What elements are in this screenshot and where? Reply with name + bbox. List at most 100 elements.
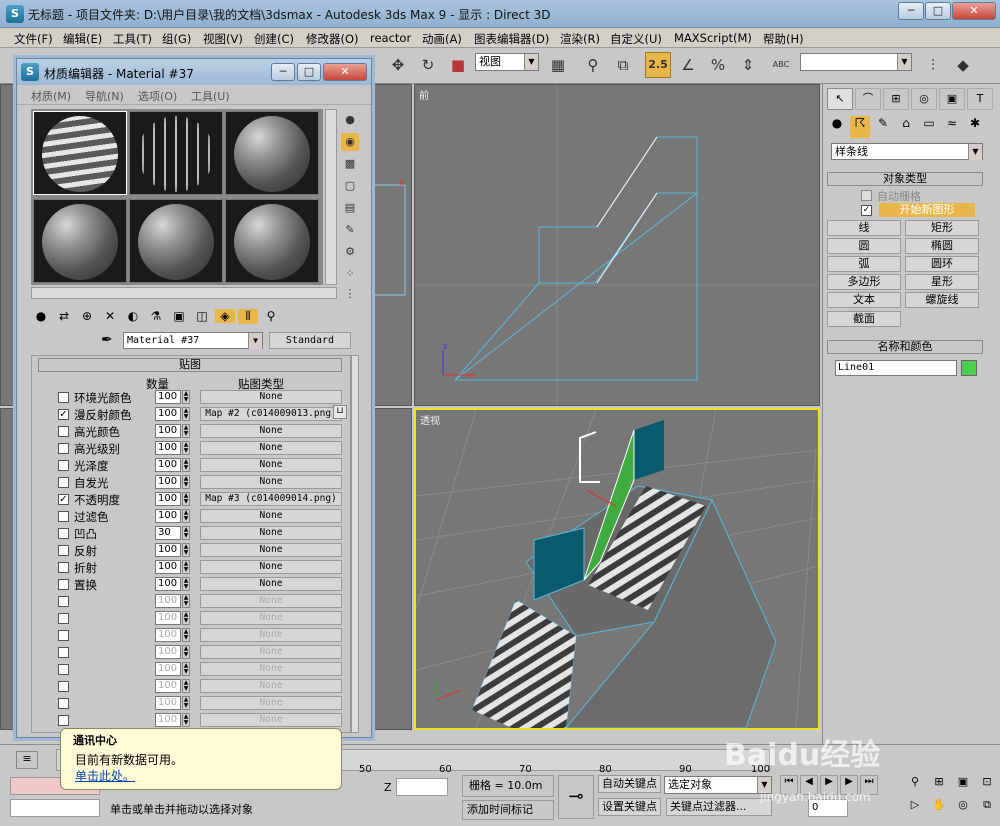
map-amount-input[interactable]: 100 [155, 645, 181, 659]
map-slot-button[interactable]: None [200, 577, 342, 591]
map-amount-input[interactable]: 100 [155, 424, 181, 438]
auto-key-button[interactable]: 自动关键点 [598, 775, 661, 793]
spacewarps-icon[interactable]: ≈ [942, 116, 962, 138]
modify-tab-icon[interactable]: ⌒ [855, 88, 881, 110]
map-amount-input[interactable]: 100 [155, 560, 181, 574]
amount-spinner[interactable]: ▲ ▼ [182, 628, 190, 642]
map-amount-input[interactable]: 100 [155, 458, 181, 472]
map-amount-input[interactable]: 100 [155, 390, 181, 404]
map-amount-input[interactable]: 100 [155, 543, 181, 557]
amount-spinner[interactable]: ▲ ▼ [182, 611, 190, 625]
map-slot-button[interactable]: None [200, 645, 342, 659]
amount-spinner[interactable]: ▲ ▼ [182, 577, 190, 591]
object-color-swatch[interactable] [961, 360, 977, 376]
notification-link[interactable]: 单击此处。 [75, 767, 135, 784]
map-slot-button[interactable]: Map #3 (c014009014.png) [200, 492, 342, 506]
shape-category-select[interactable]: 样条线 ▼ [831, 143, 983, 160]
donut-button[interactable]: 圆环 [905, 256, 979, 272]
zoom-extents-all-icon[interactable]: ⊡ [976, 775, 998, 796]
map-enable-checkbox[interactable]: ✓ [58, 409, 69, 420]
map-enable-checkbox[interactable] [58, 545, 69, 556]
maps-scrollbar[interactable] [351, 355, 359, 733]
display-tab-icon[interactable]: ▣ [939, 88, 965, 110]
angle-snap-icon[interactable]: ∠ [675, 52, 701, 78]
options-icon[interactable]: ⚙ [341, 243, 359, 261]
map-amount-input[interactable]: 100 [155, 475, 181, 489]
zoom-icon[interactable]: ⚲ [904, 775, 926, 796]
menu-rendering[interactable]: 渲染(R) [560, 31, 600, 47]
snap-toggle-icon[interactable]: 2.5 [645, 52, 671, 78]
amount-spinner[interactable]: ▲ ▼ [182, 492, 190, 506]
put-to-library-icon[interactable]: ⚗ [146, 309, 166, 323]
viewport-front[interactable]: 前 z x [414, 84, 820, 406]
background-icon[interactable]: ▩ [341, 155, 359, 173]
amount-spinner[interactable]: ▲ ▼ [182, 441, 190, 455]
menu-customize[interactable]: 自定义(U) [610, 31, 662, 47]
line-button[interactable]: 线 [827, 220, 901, 236]
map-slot-button[interactable]: None [200, 543, 342, 557]
maximize-viewport-icon[interactable]: ⧉ [976, 798, 998, 820]
start-new-shape-button[interactable]: 开始新图形 [879, 203, 975, 217]
mat-menu-material[interactable]: 材质(M) [31, 88, 71, 104]
minimize-button[interactable]: ─ [898, 2, 924, 20]
material-map-navigator-icon[interactable]: ⋮ [341, 285, 359, 303]
named-selection-icon[interactable]: ABC [768, 52, 794, 78]
map-amount-input[interactable]: 100 [155, 628, 181, 642]
mat-minimize-button[interactable]: ─ [271, 63, 295, 81]
menu-create[interactable]: 创建(C) [254, 31, 294, 47]
map-amount-input[interactable]: 100 [155, 611, 181, 625]
zoom-all-icon[interactable]: ⊞ [928, 775, 950, 796]
hierarchy-tab-icon[interactable]: ⊞ [883, 88, 909, 110]
map-amount-input[interactable]: 100 [155, 594, 181, 608]
sample-slot[interactable] [225, 199, 319, 283]
mat-menu-options[interactable]: 选项(O) [138, 88, 177, 104]
z-coordinate-input[interactable] [396, 778, 448, 796]
select-by-material-icon[interactable]: ⁘ [341, 265, 359, 283]
map-slot-button[interactable]: None [200, 475, 342, 489]
map-enable-checkbox[interactable] [58, 511, 69, 522]
rectangle-button[interactable]: 矩形 [905, 220, 979, 236]
mat-maximize-button[interactable]: □ [297, 63, 321, 81]
map-enable-checkbox[interactable] [58, 613, 69, 624]
auto-grid-checkbox[interactable] [861, 190, 872, 201]
map-slot-button[interactable]: None [200, 713, 342, 727]
map-enable-checkbox[interactable] [58, 596, 69, 607]
menu-views[interactable]: 视图(V) [203, 31, 243, 47]
reference-coordinate-select[interactable]: 视图 ▼ [475, 53, 539, 71]
motion-tab-icon[interactable]: ◎ [911, 88, 937, 110]
get-material-icon[interactable]: ● [31, 309, 51, 323]
mini-listener-icon[interactable]: ≡ [16, 751, 38, 769]
map-amount-input[interactable]: 100 [155, 441, 181, 455]
maxscript-input[interactable] [10, 799, 100, 817]
menu-modifiers[interactable]: 修改器(O) [306, 31, 359, 47]
menu-help[interactable]: 帮助(H) [763, 31, 804, 47]
make-unique-icon[interactable]: ◐ [123, 309, 143, 323]
sample-slots-vscroll[interactable] [325, 109, 337, 285]
app-icon[interactable]: S [6, 5, 24, 23]
show-end-result-icon[interactable]: ◈ [215, 309, 235, 323]
show-map-in-viewport-icon[interactable]: ◫ [192, 309, 212, 323]
map-enable-checkbox[interactable] [58, 392, 69, 403]
map-enable-checkbox[interactable] [58, 715, 69, 726]
map-amount-input[interactable]: 100 [155, 662, 181, 676]
set-key-button[interactable]: 设置关键点 [598, 798, 661, 816]
map-enable-checkbox[interactable] [58, 579, 69, 590]
ellipse-button[interactable]: 椭圆 [905, 238, 979, 254]
menu-tools[interactable]: 工具(T) [113, 31, 152, 47]
percent-snap-icon[interactable]: % [705, 52, 731, 78]
go-forward-sibling-icon[interactable]: ⚲ [261, 309, 281, 323]
text-button[interactable]: 文本 [827, 292, 901, 308]
backlight-icon[interactable]: ◉ [341, 133, 359, 151]
start-new-shape-checkbox[interactable]: ✓ [861, 205, 872, 216]
lock-icon[interactable]: ⊔ [333, 405, 347, 419]
amount-spinner[interactable]: ▲ ▼ [182, 407, 190, 421]
sample-slot[interactable] [33, 111, 127, 195]
uv-tiling-icon[interactable]: ▢ [341, 177, 359, 195]
menu-animation[interactable]: 动画(A) [422, 31, 462, 47]
map-slot-button[interactable]: Map #2 (c014009013.png) [200, 407, 342, 421]
amount-spinner[interactable]: ▲ ▼ [182, 526, 190, 540]
material-effects-channel-icon[interactable]: ▣ [169, 309, 189, 323]
map-slot-button[interactable]: None [200, 662, 342, 676]
star-button[interactable]: 星形 [905, 274, 979, 290]
map-slot-button[interactable]: None [200, 509, 342, 523]
